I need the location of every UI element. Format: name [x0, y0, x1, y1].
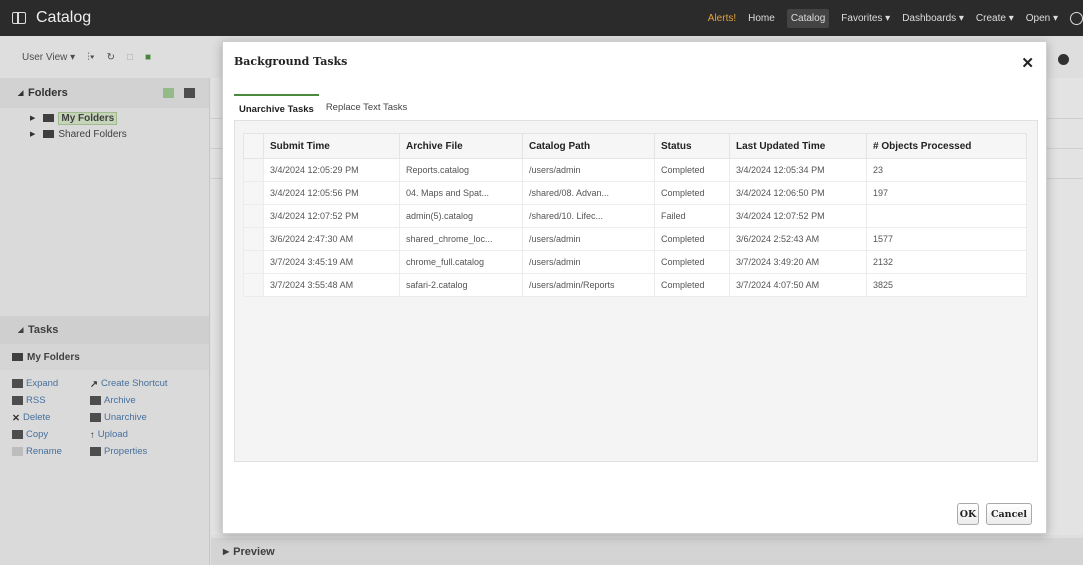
submit-time-cell: 3/4/2024 12:05:56 PM — [263, 181, 400, 205]
catalog-path-cell: /shared/10. Lifec... — [522, 204, 655, 228]
dashboards-menu[interactable]: Dashboards ▾ — [902, 13, 964, 24]
objects-processed-cell: 23 — [866, 158, 1027, 182]
row-selector[interactable] — [243, 204, 264, 228]
row-selector[interactable] — [243, 250, 264, 274]
table-row[interactable]: 3/4/2024 12:05:56 PM 04. Maps and Spat..… — [243, 181, 1027, 205]
catalog-link[interactable]: Catalog — [786, 8, 830, 28]
top-bar: Catalog Alerts! Home Catalog Favorites ▾… — [0, 0, 1083, 36]
last-updated-cell: 3/7/2024 4:07:50 AM — [729, 273, 867, 297]
archive-file-cell: admin(5).catalog — [399, 204, 523, 228]
tasks-table: Submit Time Archive File Catalog Path St… — [243, 133, 1027, 297]
top-nav: Alerts! Home Catalog Favorites ▾ Dashboa… — [708, 0, 1083, 36]
dialog-tabs: Unarchive Tasks Replace Text Tasks — [234, 94, 414, 120]
table-row[interactable]: 3/7/2024 3:45:19 AM chrome_full.catalog … — [243, 250, 1027, 274]
row-selector[interactable] — [243, 158, 264, 182]
cancel-button[interactable]: Cancel — [986, 503, 1032, 525]
objects-processed-cell — [866, 204, 1027, 228]
status-cell: Completed — [654, 158, 730, 182]
objects-processed-cell: 1577 — [866, 227, 1027, 251]
catalog-path-cell: /users/admin — [522, 158, 655, 182]
catalog-path-cell: /shared/08. Advan... — [522, 181, 655, 205]
column-header[interactable]: Catalog Path — [522, 133, 655, 159]
submit-time-cell: 3/7/2024 3:45:19 AM — [263, 250, 400, 274]
column-header[interactable]: Status — [654, 133, 730, 159]
close-icon[interactable]: ✕ — [1021, 54, 1034, 72]
submit-time-cell: 3/4/2024 12:05:29 PM — [263, 158, 400, 182]
tasks-table-area: Submit Time Archive File Catalog Path St… — [234, 120, 1038, 462]
favorites-menu[interactable]: Favorites ▾ — [841, 13, 890, 24]
column-header[interactable]: Archive File — [399, 133, 523, 159]
status-cell: Completed — [654, 227, 730, 251]
archive-file-cell: safari-2.catalog — [399, 273, 523, 297]
create-menu[interactable]: Create ▾ — [976, 13, 1014, 24]
tab-replace-text-tasks[interactable]: Replace Text Tasks — [321, 94, 413, 120]
archive-file-cell: Reports.catalog — [399, 158, 523, 182]
tab-unarchive-tasks[interactable]: Unarchive Tasks — [234, 94, 319, 120]
objects-processed-cell: 3825 — [866, 273, 1027, 297]
archive-file-cell: 04. Maps and Spat... — [399, 181, 523, 205]
last-updated-cell: 3/6/2024 2:52:43 AM — [729, 227, 867, 251]
last-updated-cell: 3/4/2024 12:07:52 PM — [729, 204, 867, 228]
status-cell: Failed — [654, 204, 730, 228]
last-updated-cell: 3/7/2024 3:49:20 AM — [729, 250, 867, 274]
row-selector[interactable] — [243, 273, 264, 297]
ok-button[interactable]: OK — [957, 503, 979, 525]
submit-time-cell: 3/6/2024 2:47:30 AM — [263, 227, 400, 251]
status-cell: Completed — [654, 250, 730, 274]
column-header[interactable]: Submit Time — [263, 133, 400, 159]
user-icon[interactable] — [1070, 11, 1083, 25]
catalog-path-cell: /users/admin — [522, 250, 655, 274]
open-menu[interactable]: Open ▾ — [1026, 13, 1058, 24]
dialog-title: Background Tasks — [234, 55, 348, 68]
catalog-path-cell: /users/admin — [522, 227, 655, 251]
table-row[interactable]: 3/6/2024 2:47:30 AM shared_chrome_loc...… — [243, 227, 1027, 251]
last-updated-cell: 3/4/2024 12:06:50 PM — [729, 181, 867, 205]
catalog-path-cell: /users/admin/Reports — [522, 273, 655, 297]
app-title: Catalog — [36, 9, 92, 26]
row-selector-header — [243, 133, 264, 159]
objects-processed-cell: 2132 — [866, 250, 1027, 274]
status-cell: Completed — [654, 273, 730, 297]
archive-file-cell: chrome_full.catalog — [399, 250, 523, 274]
table-header-row: Submit Time Archive File Catalog Path St… — [243, 133, 1027, 159]
objects-processed-cell: 197 — [866, 181, 1027, 205]
last-updated-cell: 3/4/2024 12:05:34 PM — [729, 158, 867, 182]
row-selector[interactable] — [243, 227, 264, 251]
table-row[interactable]: 3/4/2024 12:07:52 PM admin(5).catalog /s… — [243, 204, 1027, 228]
table-row[interactable]: 3/7/2024 3:55:48 AM safari-2.catalog /us… — [243, 273, 1027, 297]
column-header[interactable]: # Objects Processed — [866, 133, 1027, 159]
background-tasks-dialog: Background Tasks ✕ Unarchive Tasks Repla… — [222, 41, 1047, 534]
status-cell: Completed — [654, 181, 730, 205]
submit-time-cell: 3/7/2024 3:55:48 AM — [263, 273, 400, 297]
catalog-icon — [12, 12, 26, 24]
column-header[interactable]: Last Updated Time — [729, 133, 867, 159]
table-row[interactable]: 3/4/2024 12:05:29 PM Reports.catalog /us… — [243, 158, 1027, 182]
submit-time-cell: 3/4/2024 12:07:52 PM — [263, 204, 400, 228]
row-selector[interactable] — [243, 181, 264, 205]
home-link[interactable]: Home — [748, 13, 775, 24]
archive-file-cell: shared_chrome_loc... — [399, 227, 523, 251]
alerts-link[interactable]: Alerts! — [708, 13, 736, 24]
